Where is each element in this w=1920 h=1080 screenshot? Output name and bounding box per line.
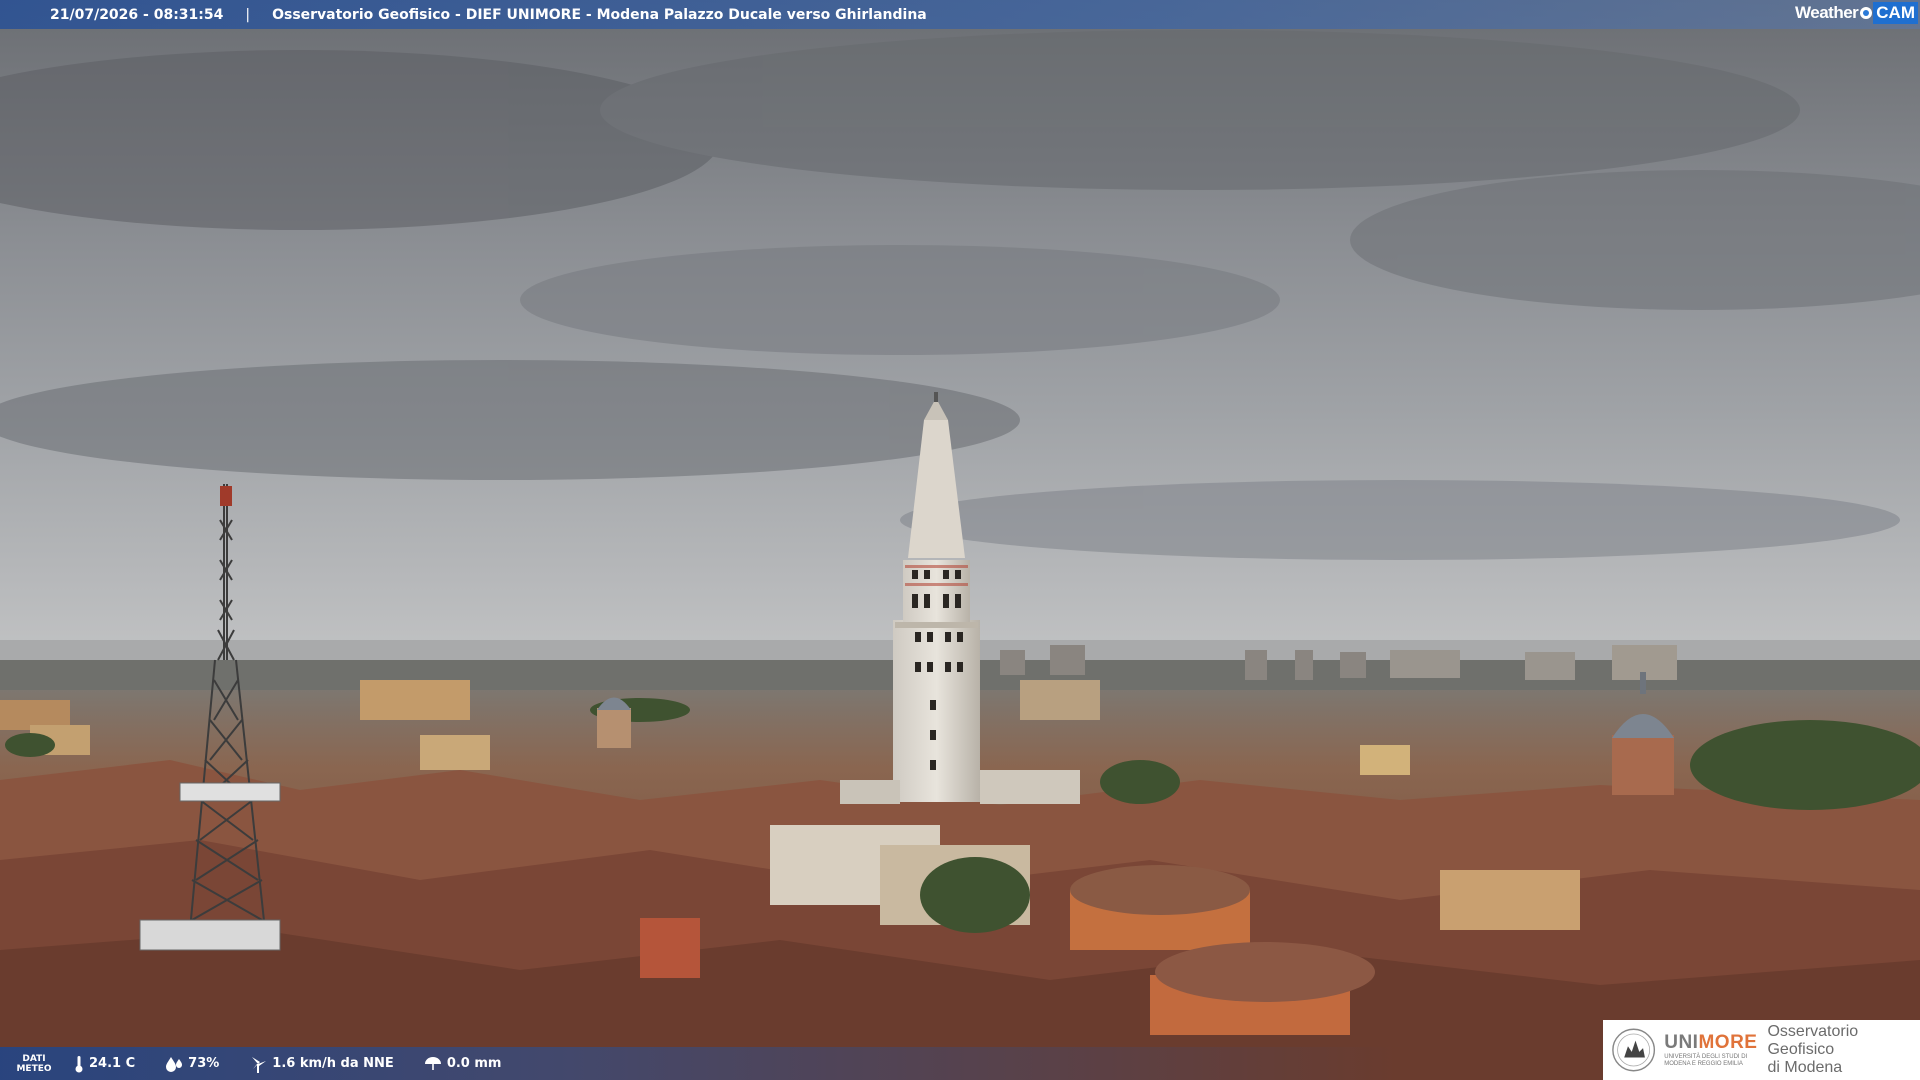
logo-cam-text: CAM bbox=[1873, 2, 1918, 24]
brand-uni: UNI bbox=[1664, 1032, 1699, 1053]
logo-weather-text: Weather bbox=[1795, 3, 1859, 22]
observatory-name: Osservatorio Geofisico di Modena bbox=[1767, 1023, 1859, 1076]
webcam-header-bar: 21/07/2026 - 08:31:54 | Osservatorio Geo… bbox=[0, 0, 1920, 29]
webcam-scene bbox=[0, 0, 1920, 1080]
rain-umbrella-icon bbox=[424, 1056, 441, 1070]
rain-reading: 0.0 mm bbox=[424, 1056, 501, 1072]
weathercam-logo: Weather CAM bbox=[1795, 0, 1920, 26]
brand-subtitle-1: UNIVERSITÀ DEGLI STUDI DI bbox=[1664, 1054, 1748, 1060]
thermometer-icon bbox=[75, 1055, 83, 1072]
temperature-reading: 24.1 C bbox=[74, 1055, 135, 1073]
university-seal-icon bbox=[1612, 1028, 1656, 1072]
small-dome bbox=[597, 697, 631, 748]
brand-subtitle-2: MODENA E REGGIO EMILIA bbox=[1664, 1061, 1743, 1067]
header-separator: | bbox=[245, 6, 251, 23]
humidity-drops-icon bbox=[166, 1056, 183, 1072]
humidity-reading: 73% bbox=[165, 1056, 219, 1072]
camera-location: Osservatorio Geofisico - DIEF UNIMORE - … bbox=[272, 6, 927, 23]
unimore-wordmark: UNIMORE UNIVERSITÀ DEGLI STUDI DI MODENA… bbox=[1664, 1032, 1757, 1068]
weather-data-bar: DATI METEO 24.1 C 73% 1.6 km/h da NNE 0.… bbox=[0, 1047, 1400, 1080]
wind-turbine-icon bbox=[252, 1056, 267, 1073]
logo-camera-icon bbox=[1860, 7, 1873, 19]
unimore-logo-block: UNIMORE UNIVERSITÀ DEGLI STUDI DI MODENA… bbox=[1603, 1020, 1920, 1080]
weather-data-label: DATI METEO bbox=[16, 1053, 52, 1074]
wind-reading: 1.6 km/h da NNE bbox=[249, 1055, 394, 1073]
brand-more: MORE bbox=[1698, 1032, 1758, 1053]
timestamp: 21/07/2026 - 08:31:54 bbox=[50, 6, 224, 23]
